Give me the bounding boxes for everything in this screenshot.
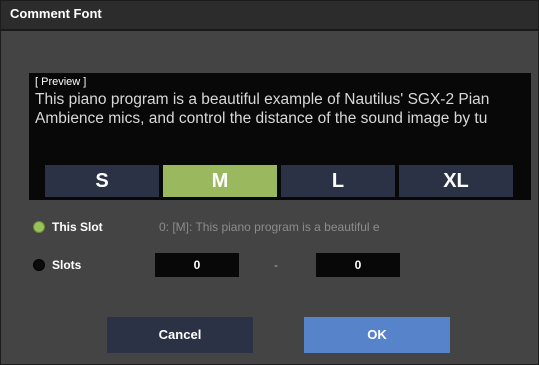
comment-font-dialog: Comment Font [ Preview ] This piano prog… xyxy=(0,0,539,365)
slots-to-field[interactable]: 0 xyxy=(316,253,400,277)
ok-button[interactable]: OK xyxy=(304,317,450,353)
this-slot-radio[interactable] xyxy=(33,221,45,233)
this-slot-value: 0: [M]: This piano program is a beautifu… xyxy=(159,220,380,234)
this-slot-label[interactable]: This Slot xyxy=(52,220,103,234)
preview-text-line-1: This piano program is a beautiful exampl… xyxy=(35,91,490,108)
size-xl-button[interactable]: XL xyxy=(399,165,513,197)
title-divider xyxy=(1,29,538,31)
slots-radio[interactable] xyxy=(33,259,45,271)
size-s-button[interactable]: S xyxy=(45,165,159,197)
preview-text-line-2: Ambience mics, and control the distance … xyxy=(35,110,488,127)
slots-range-separator: - xyxy=(274,258,278,272)
dialog-title: Comment Font xyxy=(1,1,538,29)
preview-label: [ Preview ] xyxy=(35,76,87,88)
size-l-button[interactable]: L xyxy=(281,165,395,197)
slots-label[interactable]: Slots xyxy=(52,258,81,272)
size-m-button[interactable]: M xyxy=(163,165,277,197)
cancel-button[interactable]: Cancel xyxy=(107,317,253,353)
slots-from-field[interactable]: 0 xyxy=(155,253,239,277)
